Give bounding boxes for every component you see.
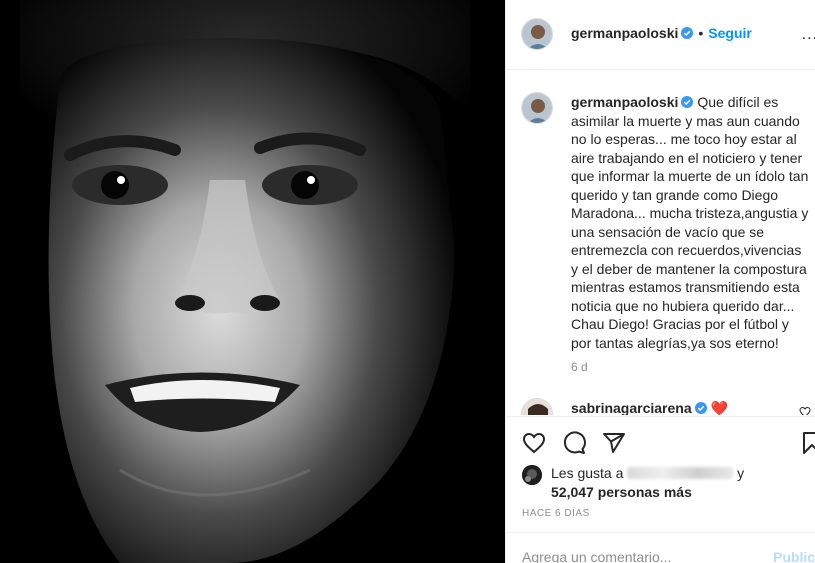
post-actions: Les gusta a y 52,047 personas más HACE 6… [506, 416, 815, 547]
likes-count-link[interactable]: 52,047 personas más [551, 483, 692, 502]
caption-username[interactable]: germanpaoloski [571, 94, 678, 110]
liker-avatar[interactable] [522, 465, 542, 485]
verified-badge-icon [694, 402, 707, 414]
post-sidebar: germanpaoloski •Seguir ... germanpaoloski… [505, 0, 815, 563]
follow-button[interactable]: Seguir [708, 25, 752, 41]
comment-bubble-icon[interactable] [562, 431, 586, 455]
author-username[interactable]: germanpaoloski [571, 25, 678, 41]
share-send-icon[interactable] [602, 431, 626, 455]
header-user-line: germanpaoloski • Seguir [571, 25, 752, 43]
avatar-image [522, 93, 552, 123]
avatar-image [522, 399, 552, 415]
comment-text: ❤️ [710, 400, 729, 415]
save-bookmark-icon[interactable] [800, 431, 815, 455]
more-options-icon[interactable]: ... [802, 26, 815, 44]
caption-text: Que difícil es asimilar la muerte y mas … [571, 94, 809, 351]
add-comment-bar: Publicar [506, 532, 815, 563]
comments-section: germanpaoloski Que difícil es asimilar la… [506, 70, 815, 415]
commenter-username[interactable]: sabrinagarciarena [571, 400, 692, 415]
avatar-image [522, 465, 542, 485]
likes-prefix: Les gusta a [551, 465, 624, 481]
separator-dot: • [698, 25, 704, 41]
comment-input[interactable] [522, 549, 742, 563]
post-header: germanpaoloski •Seguir ... [506, 0, 815, 70]
author-avatar[interactable] [521, 18, 553, 50]
like-heart-icon[interactable] [522, 431, 546, 455]
liker-name-blurred[interactable] [627, 467, 734, 479]
portrait-image [0, 0, 505, 563]
caption-avatar[interactable] [521, 92, 553, 124]
post-photo[interactable] [0, 0, 505, 563]
likes-line: Les gusta a y [551, 464, 744, 483]
post-time-ago[interactable]: HACE 6 DÍAS [522, 508, 590, 519]
caption-timestamp[interactable]: 6 d [571, 360, 588, 374]
avatar-image [522, 19, 552, 49]
post-caption: germanpaoloski Que difícil es asimilar la… [571, 93, 809, 352]
likes-suffix: y [737, 465, 745, 481]
verified-badge-icon [681, 27, 694, 39]
comment-item: sabrinagarciarena ❤️ [571, 400, 728, 415]
publish-button[interactable]: Publicar [773, 549, 815, 563]
like-comment-icon[interactable] [799, 406, 811, 415]
commenter-avatar[interactable] [521, 398, 553, 415]
verified-badge-icon [681, 96, 694, 108]
